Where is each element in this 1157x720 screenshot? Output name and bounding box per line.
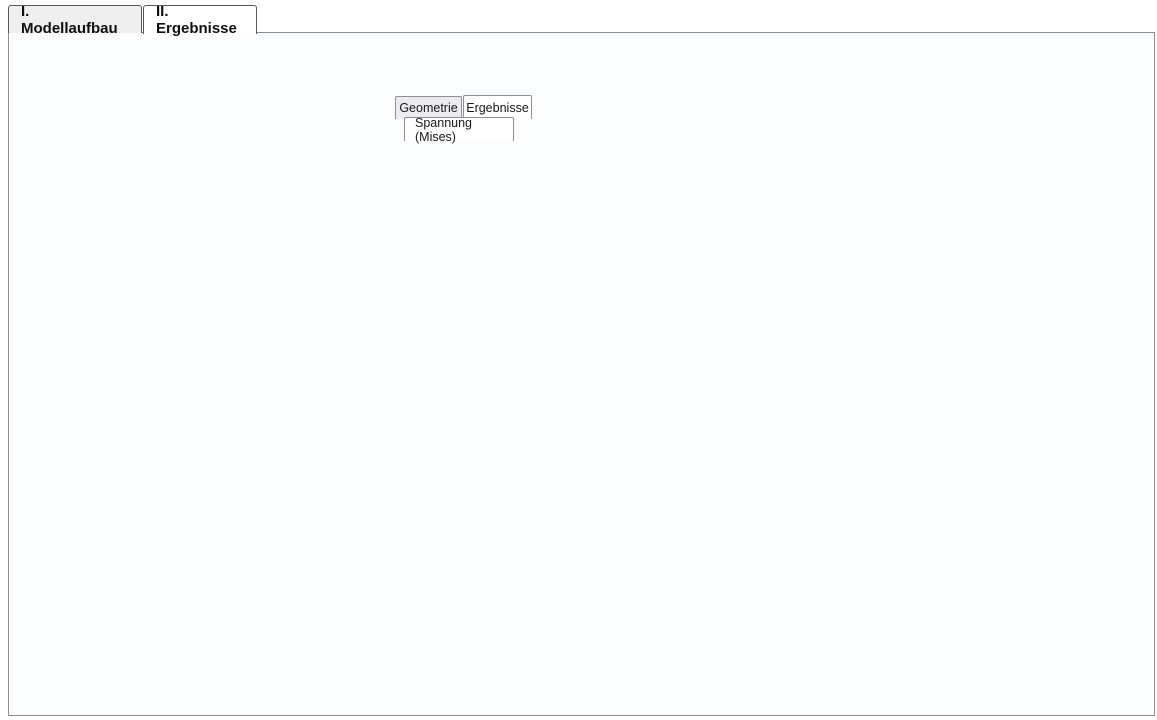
tab-geometrie-label: Geometrie [399,101,457,115]
tab-ergebnisse-label: II. Ergebnisse [156,3,244,37]
tab-modellaufbau-label: I. Modellaufbau [21,3,129,37]
tab-spannung-mises-label: Spannung (Mises) [415,116,503,144]
tab-ergebnisse-panel-label: Ergebnisse [466,101,529,115]
app-window: I. Modellaufbau II. Ergebnisse i Letzte … [0,0,1157,720]
tab-modellaufbau[interactable]: I. Modellaufbau [8,5,142,33]
tab-ergebnisse[interactable]: II. Ergebnisse [143,5,257,34]
main-window [8,32,1155,716]
tab-spannung-mises[interactable]: Spannung (Mises) [404,117,514,141]
